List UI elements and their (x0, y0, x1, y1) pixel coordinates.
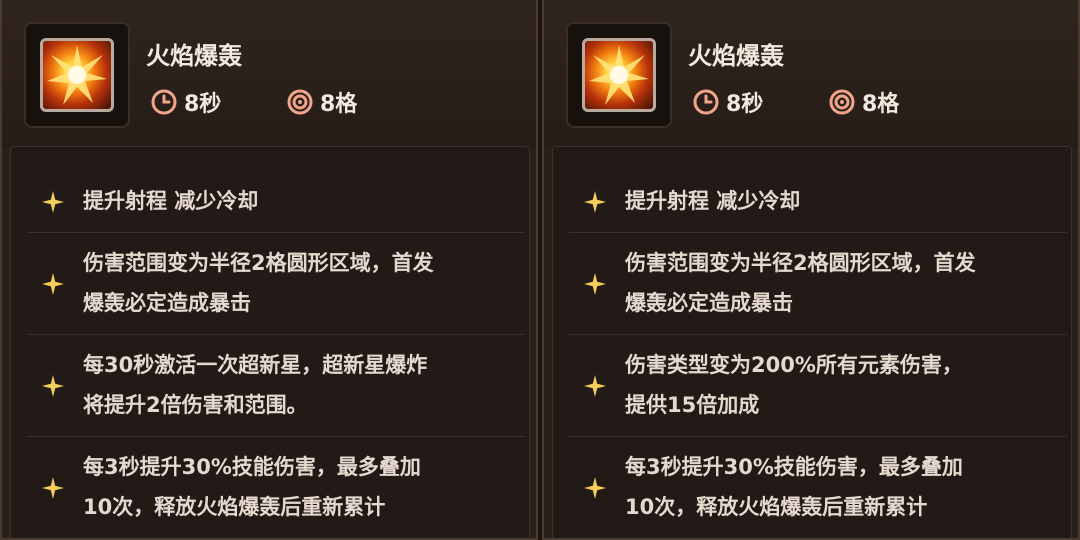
item-text: 伤害范围变为半径2格圆形区域，首发 (625, 251, 976, 275)
upgrade-list[interactable]: 提升射程 减少冷却 伤害范围变为半径2格圆形区域，首发 爆轰必定造成暴击 伤害类… (552, 146, 1072, 538)
list-item: 每3秒提升30%技能伤害，最多叠加 10次，释放火焰爆轰后重新累计 (569, 437, 1067, 538)
item-text: 10次，释放火焰爆轰后重新累计 (83, 495, 386, 519)
target-icon (287, 89, 313, 115)
upgrade-list[interactable]: 提升射程 减少冷却 伤害范围变为半径2格圆形区域，首发 爆轰必定造成暴击 每30… (10, 146, 530, 538)
cooldown-value: 8秒 (726, 92, 764, 117)
sparkle-star-icon (584, 273, 606, 295)
list-item: 每3秒提升30%技能伤害，最多叠加 10次，释放火焰爆轰后重新累计 (27, 437, 525, 538)
skill-title: 火焰爆轰 (688, 42, 784, 70)
sparkle-star-icon (42, 273, 64, 295)
sparkle-star-icon (42, 477, 64, 499)
list-item: 每30秒激活一次超新星，超新星爆炸 将提升2倍伤害和范围。 (27, 335, 525, 437)
skill-icon-frame[interactable] (24, 22, 130, 128)
item-text: 每30秒激活一次超新星，超新星爆炸 (83, 353, 428, 377)
skill-icon-frame[interactable] (566, 22, 672, 128)
list-item: 伤害范围变为半径2格圆形区域，首发 爆轰必定造成暴击 (27, 233, 525, 335)
range-stat: 8格 (286, 86, 357, 118)
clock-icon (151, 89, 177, 115)
item-text: 爆轰必定造成暴击 (625, 291, 793, 315)
fire-explosion-icon (40, 38, 114, 112)
range-value: 8格 (320, 92, 358, 117)
skill-card-left: 火焰爆轰 8秒 8格 提升射程 减少冷却 伤害范围变为半径2格圆形区域，首发 爆… (0, 0, 538, 540)
item-text: 伤害类型变为200%所有元素伤害， (625, 353, 963, 377)
cooldown-stat: 8秒 (692, 86, 763, 118)
list-item: 提升射程 减少冷却 (569, 171, 1067, 233)
sparkle-star-icon (584, 191, 606, 213)
range-value: 8格 (862, 92, 900, 117)
target-icon (829, 89, 855, 115)
skill-title: 火焰爆轰 (146, 42, 242, 70)
item-text: 伤害范围变为半径2格圆形区域，首发 (83, 251, 434, 275)
sparkle-star-icon (42, 375, 64, 397)
range-stat: 8格 (828, 86, 899, 118)
skill-header: 火焰爆轰 8秒 8格 (544, 0, 1078, 148)
sparkle-star-icon (584, 375, 606, 397)
clock-icon (693, 89, 719, 115)
item-text: 10次，释放火焰爆轰后重新累计 (625, 495, 928, 519)
cooldown-value: 8秒 (184, 92, 222, 117)
list-item: 伤害类型变为200%所有元素伤害， 提供15倍加成 (569, 335, 1067, 437)
skill-card-right: 火焰爆轰 8秒 8格 提升射程 减少冷却 伤害范围变为半径2格圆形区域，首发 爆… (542, 0, 1080, 540)
fire-explosion-icon (582, 38, 656, 112)
sparkle-star-icon (584, 477, 606, 499)
item-text: 每3秒提升30%技能伤害，最多叠加 (625, 455, 963, 479)
item-text: 提升射程 减少冷却 (625, 189, 801, 213)
item-text: 将提升2倍伤害和范围。 (83, 393, 308, 417)
item-text: 爆轰必定造成暴击 (83, 291, 251, 315)
item-text: 提供15倍加成 (625, 393, 760, 417)
list-item: 提升射程 减少冷却 (27, 171, 525, 233)
sparkle-star-icon (42, 191, 64, 213)
list-item: 伤害范围变为半径2格圆形区域，首发 爆轰必定造成暴击 (569, 233, 1067, 335)
item-text: 每3秒提升30%技能伤害，最多叠加 (83, 455, 421, 479)
skill-header: 火焰爆轰 8秒 8格 (2, 0, 536, 148)
item-text: 提升射程 减少冷却 (83, 189, 259, 213)
cooldown-stat: 8秒 (150, 86, 221, 118)
